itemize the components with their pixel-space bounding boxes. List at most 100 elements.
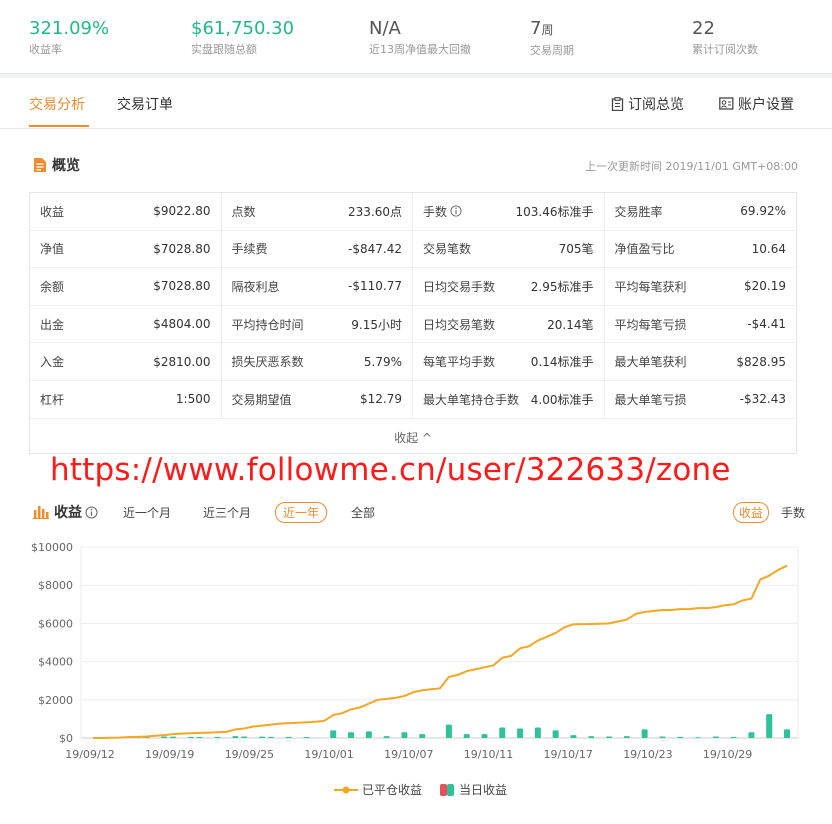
- y-tick-label: $0: [59, 732, 73, 745]
- table-row: 收益 $9022.80 点数 233.60点 手数 103.46标准手 交易胜率 69.92%: [30, 193, 796, 231]
- range-3-months[interactable]: 近三个月: [195, 502, 259, 523]
- stat-cell-value: $2810.00: [153, 354, 211, 369]
- stat-cell-value: $12.79: [360, 392, 402, 407]
- table-row: 杠杆 1:500 交易期望值 $12.79 最大单笔持仓手数 4.00标准手 最大单笔亏损 -…: [30, 380, 796, 419]
- stat-cell: 交易期望值 $12.79: [222, 380, 413, 418]
- stat-cell: 交易笔数 705笔: [413, 230, 605, 268]
- daily-profit-bar: [499, 727, 506, 738]
- stat-cell-label: 损失厌恶系数: [231, 355, 304, 370]
- daily-profit-bar: [170, 736, 177, 738]
- info-icon[interactable]: [85, 506, 98, 519]
- daily-profit-bar: [748, 732, 755, 738]
- stat-cell-label: 最大单笔获利: [614, 355, 687, 370]
- legend-bar-label: 当日收益: [459, 783, 508, 797]
- stat-cell: 点数 233.60点: [222, 193, 413, 230]
- stat-cell-value: 4.00标准手: [530, 392, 594, 407]
- tab-bar: 交易分析 交易订单 订阅总览 账户设置: [0, 78, 832, 129]
- x-tick-label: 19/09/25: [225, 748, 274, 761]
- stat-label: 累计订阅次数: [692, 43, 758, 56]
- stat-label: 收益率: [29, 43, 62, 56]
- stat-value: 321.09%: [29, 18, 110, 39]
- stat-subscriptions: 22 累计订阅次数: [692, 18, 758, 57]
- overview-title: 概览: [52, 158, 80, 174]
- stat-cell: 平均持仓时间 9.15小时: [222, 305, 413, 343]
- stat-cell: 净值盈亏比 10.64: [605, 231, 797, 268]
- daily-profit-bar: [695, 737, 702, 738]
- stat-return-rate: 321.09% 收益率: [29, 18, 109, 57]
- stat-cell: 交易胜率 69.92%: [605, 193, 797, 230]
- table-row: 净值 $7028.80 手续费 -$847.42 交易笔数 705笔 净值盈亏比 10.64: [30, 230, 797, 269]
- x-tick-label: 19/09/12: [65, 748, 114, 761]
- info-icon[interactable]: [450, 205, 462, 217]
- legend-bar-marker: [440, 783, 455, 796]
- y-tick-label: $8000: [38, 579, 73, 592]
- range-1-year[interactable]: 近一年: [275, 502, 328, 523]
- daily-profit-bar: [187, 736, 194, 738]
- daily-profit-bar: [419, 734, 426, 738]
- legend-closed-profit[interactable]: 已平仓收益: [334, 781, 422, 798]
- stat-cell-value: 9.15小时: [351, 317, 402, 332]
- table-row: 出金 $4804.00 平均持仓时间 9.15小时 日均交易笔数 20.14笔 平均每笔亏损…: [30, 305, 797, 344]
- stat-cell: 隔夜利息 -$110.77: [222, 268, 413, 305]
- x-tick-label: 19/10/23: [623, 748, 672, 761]
- y-tick-label: $4000: [38, 656, 73, 669]
- daily-profit-bar: [677, 736, 684, 738]
- daily-profit-bar: [365, 731, 372, 738]
- daily-profit-bar: [463, 734, 470, 738]
- stat-cell-label: 净值盈亏比: [614, 242, 675, 257]
- y-tick-label: $6000: [38, 617, 73, 630]
- stat-max-drawdown: N/A 近13周净值最大回撤: [369, 18, 471, 57]
- stat-value: 7周: [530, 18, 574, 41]
- stat-cell: 平均每笔亏损 -$4.41: [605, 306, 797, 343]
- stat-label: 实盘跟随总额: [191, 43, 257, 56]
- stat-cell-value: 103.46标准手: [515, 204, 594, 219]
- x-tick-label: 19/10/11: [464, 748, 513, 761]
- stat-cell-value: $7028.80: [153, 241, 211, 256]
- stat-label: 交易周期: [530, 44, 574, 57]
- stat-cell: 手续费 -$847.42: [222, 230, 413, 268]
- account-settings-icon: [719, 97, 734, 110]
- tab-trade-analysis[interactable]: 交易分析: [29, 94, 85, 114]
- stat-cell: 余额 $7028.80: [30, 268, 222, 305]
- stat-cell: 最大单笔持仓手数 4.00标准手: [413, 380, 605, 418]
- clipboard-icon: [611, 97, 624, 111]
- document-icon: [34, 158, 46, 172]
- stat-cell: 杠杆 1:500: [30, 380, 222, 418]
- range-all[interactable]: 全部: [343, 502, 383, 523]
- stat-cell-value: 10.64: [751, 241, 786, 256]
- daily-profit-bar: [641, 729, 648, 738]
- legend-daily-profit[interactable]: 当日收益: [440, 781, 507, 798]
- stat-cell-label: 交易胜率: [614, 204, 663, 219]
- toggle-profit[interactable]: 收益: [733, 502, 770, 523]
- stat-cell: 手数 103.46标准手: [413, 193, 605, 230]
- stat-cell-value: 20.14笔: [547, 317, 594, 332]
- y-tick-label: $10000: [31, 541, 73, 554]
- stat-follow-total: $61,750.30 实盘跟随总额: [191, 18, 294, 57]
- stat-cell-value: 705笔: [558, 242, 594, 257]
- subscription-overview-link[interactable]: 订阅总览: [611, 94, 684, 114]
- stat-value: 22: [692, 18, 715, 39]
- stat-cell-label: 收益: [40, 204, 65, 219]
- stat-cell-label: 余额: [40, 279, 65, 294]
- stat-cell: 最大单笔获利 $828.95: [605, 343, 797, 380]
- toggle-lots[interactable]: 手数: [775, 502, 811, 523]
- daily-profit-bar: [383, 736, 390, 738]
- daily-profit-bar: [570, 735, 577, 738]
- stat-cell-value: 1:500: [175, 392, 211, 407]
- legend-line-label: 已平仓收益: [362, 783, 423, 797]
- x-tick-label: 19/10/17: [543, 748, 592, 761]
- stat-cell-value: $4804.00: [153, 317, 211, 332]
- daily-profit-bar: [659, 736, 666, 738]
- stat-cell-label: 交易笔数: [423, 242, 472, 257]
- daily-profit-bar: [588, 736, 595, 738]
- daily-profit-bar: [161, 736, 168, 738]
- y-tick-label: $2000: [38, 694, 73, 707]
- stat-cell-label: 平均持仓时间: [231, 317, 304, 332]
- tab-trade-orders[interactable]: 交易订单: [117, 94, 173, 114]
- stat-cell: 日均交易笔数 20.14笔: [413, 305, 605, 343]
- collapse-toggle[interactable]: 收起 ^: [30, 419, 796, 456]
- daily-profit-bar: [481, 734, 488, 738]
- range-1-month[interactable]: 近一个月: [122, 502, 179, 523]
- account-settings-link[interactable]: 账户设置: [719, 94, 794, 114]
- stat-cell-value: 69.92%: [740, 204, 786, 219]
